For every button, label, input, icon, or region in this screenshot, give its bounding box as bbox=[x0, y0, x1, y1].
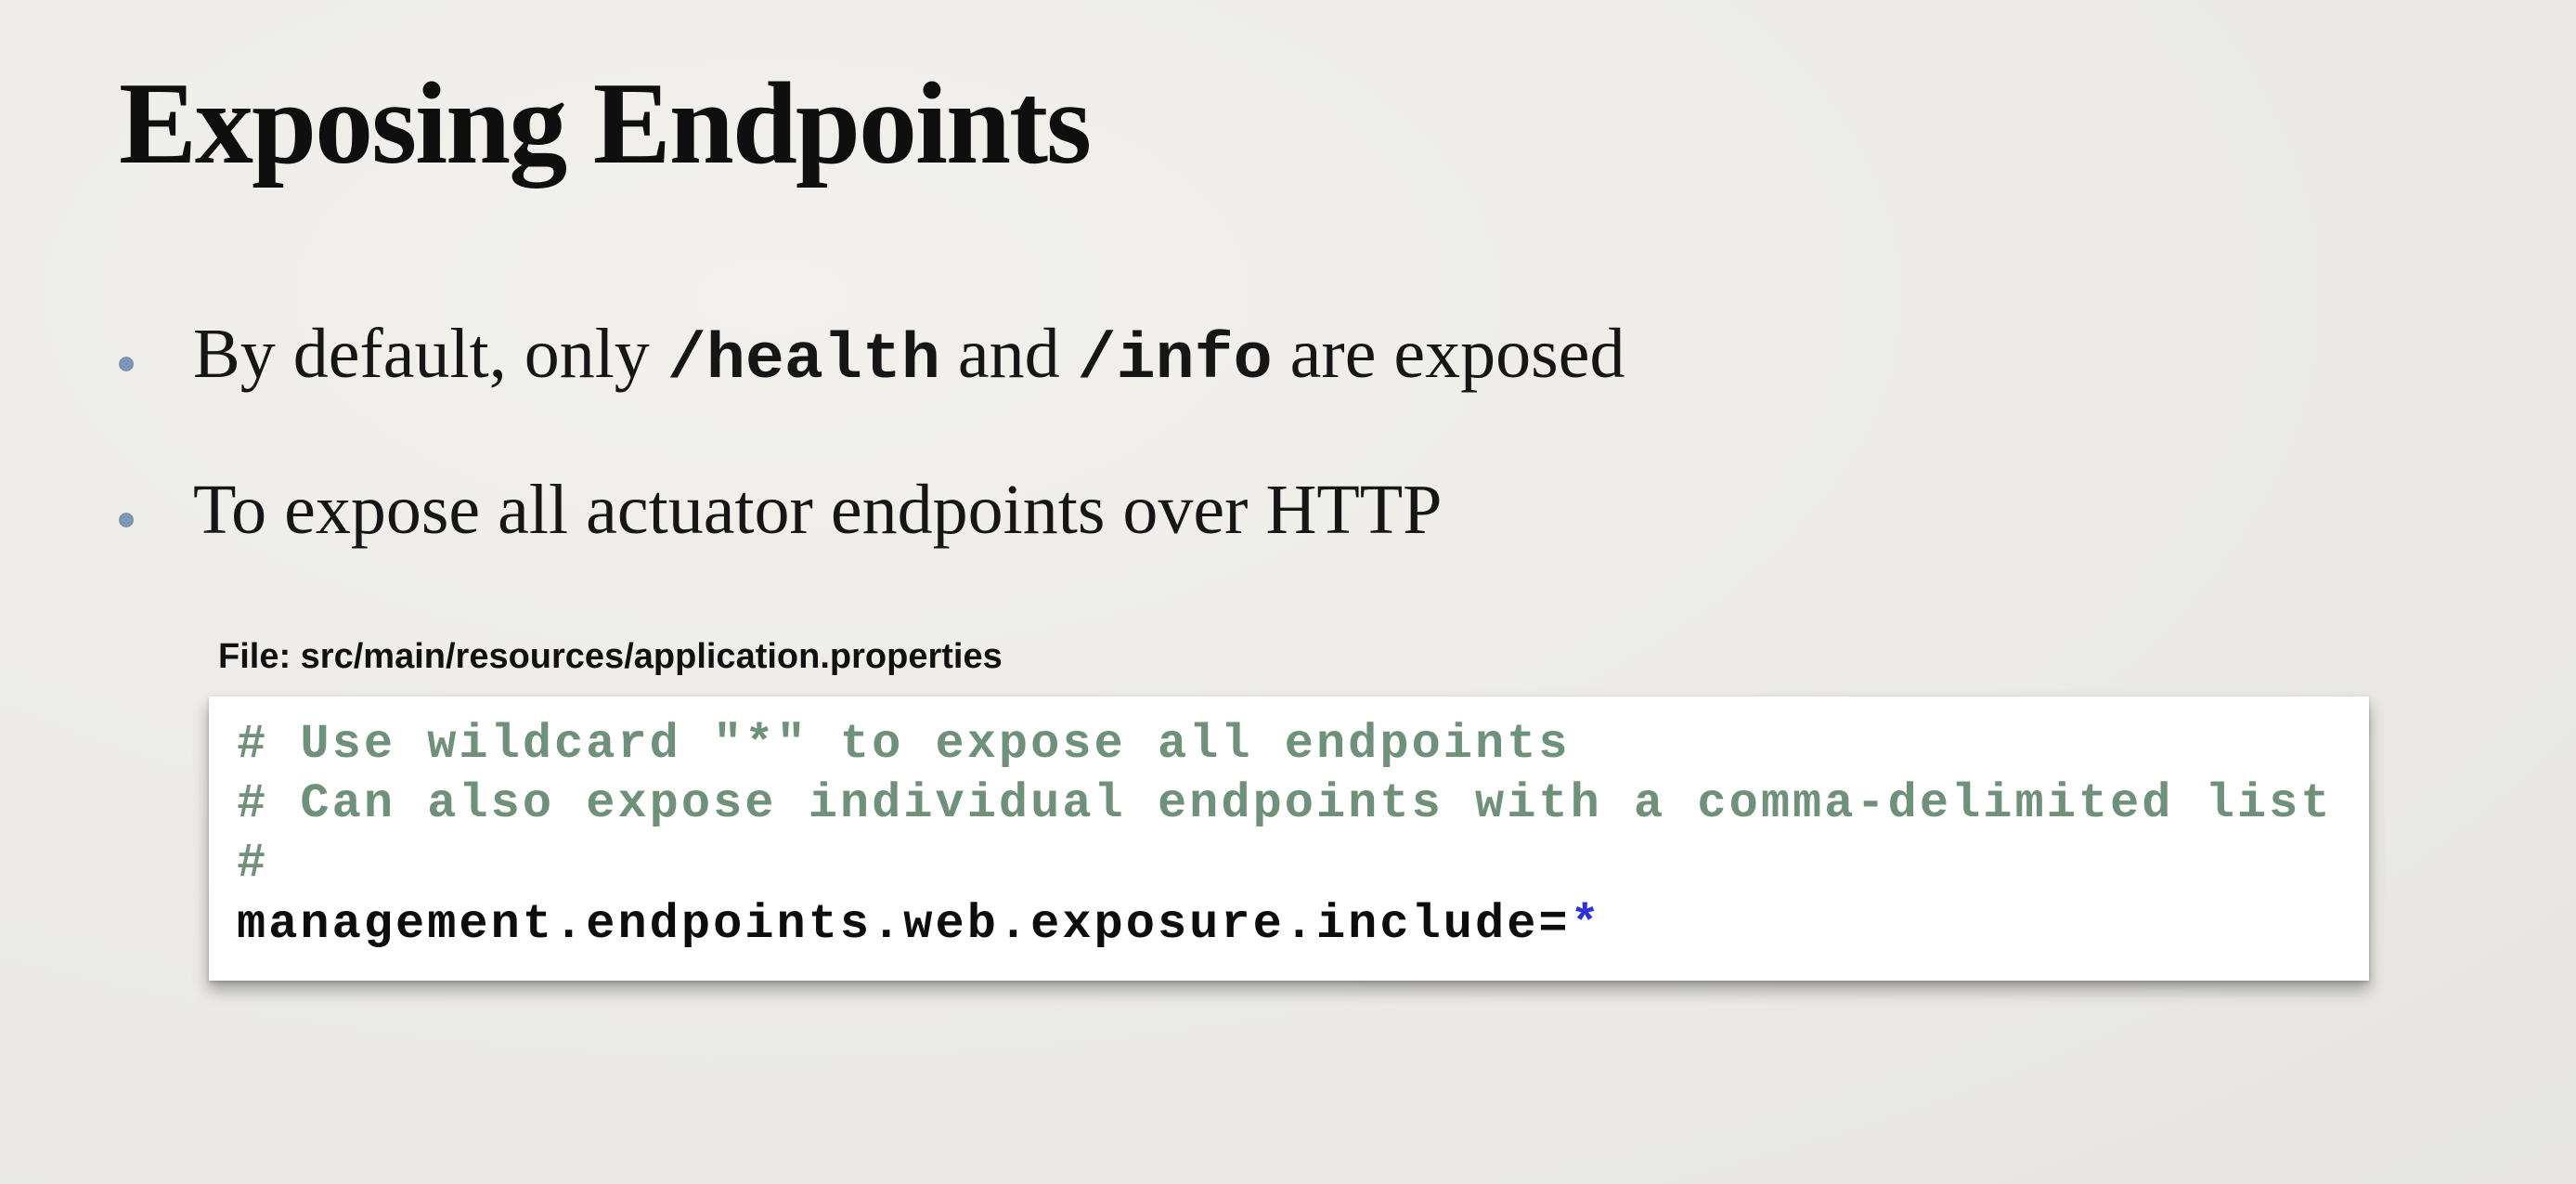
code-block: # Use wildcard "*" to expose all endpoin… bbox=[209, 696, 2369, 981]
property-key: management.endpoints.web.exposure.includ… bbox=[237, 897, 1571, 952]
health-endpoint-code: /health bbox=[667, 324, 940, 397]
bullet-text: By default, only /health and /info are e… bbox=[193, 314, 1625, 397]
bullet-text-part: By default, only bbox=[193, 315, 667, 393]
bullet-dot-icon bbox=[119, 513, 134, 527]
code-property-line: management.endpoints.web.exposure.includ… bbox=[237, 897, 1602, 952]
slide: Exposing Endpoints By default, only /hea… bbox=[0, 0, 2576, 1184]
code-comment-line: # Use wildcard "*" to expose all endpoin… bbox=[237, 717, 1571, 772]
bullet-text-part: and bbox=[939, 315, 1078, 393]
bullet-text-part: are exposed bbox=[1272, 315, 1625, 393]
property-value: * bbox=[1570, 897, 1602, 952]
bullet-text: To expose all actuator endpoints over HT… bbox=[193, 471, 1443, 549]
bullet-dot-icon bbox=[119, 357, 134, 371]
file-path-label: File: src/main/resources/application.pro… bbox=[218, 637, 1003, 676]
slide-title: Exposing Endpoints bbox=[119, 59, 1092, 189]
code-comment-line: # bbox=[237, 836, 269, 891]
code-comment-line: # Can also expose individual endpoints w… bbox=[237, 776, 2333, 831]
info-endpoint-code: /info bbox=[1077, 324, 1273, 397]
